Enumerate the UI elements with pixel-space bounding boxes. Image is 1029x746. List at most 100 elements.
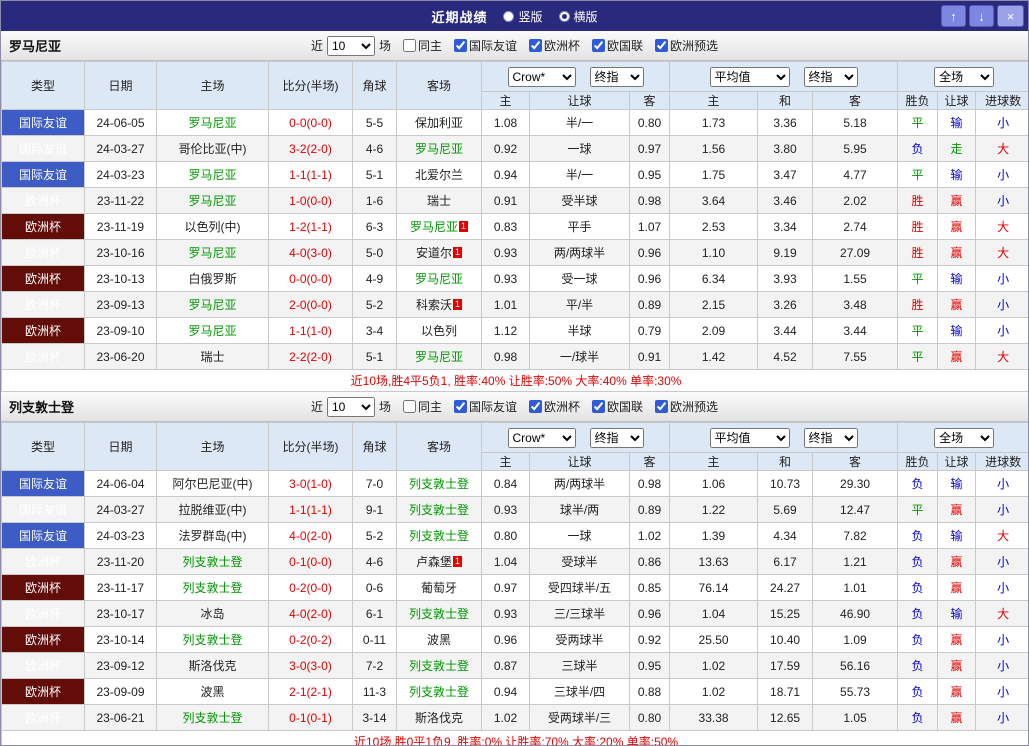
league-checkbox[interactable] (453, 400, 467, 413)
team-name-text: 列支敦士登 (408, 607, 469, 621)
handicap-cell: 三球半 (529, 652, 630, 679)
league-filter-friendly[interactable]: 国际友谊 (453, 37, 517, 54)
same-home-toggle[interactable]: 同主 (402, 398, 442, 415)
team-name-text: 哥伦比亚(中) (178, 142, 247, 156)
match-date-cell: 23-09-09 (84, 678, 157, 705)
match-type-cell: 国际友谊 (1, 522, 85, 549)
league-checkbox[interactable] (655, 400, 669, 413)
league-checkbox[interactable] (592, 39, 606, 52)
same-home-checkbox[interactable] (402, 39, 416, 52)
col-score: 比分(半场) (268, 61, 353, 110)
result-cell: 平 (897, 317, 939, 344)
home-team-cell: 法罗群岛(中) (156, 522, 269, 549)
odds-away-cell: 0.80 (628, 109, 671, 136)
final-odds-select[interactable]: 终指 (589, 427, 644, 448)
final-odds-select[interactable]: 终指 (589, 66, 644, 87)
odds-home-cell: 1.02 (481, 704, 530, 731)
league-filter-qualifier[interactable]: 欧洲预选 (655, 37, 718, 54)
recent-count-select[interactable]: 10 (326, 396, 375, 417)
same-home-checkbox[interactable] (402, 400, 416, 413)
radio-icon[interactable] (558, 10, 570, 22)
league-checkbox[interactable] (529, 400, 542, 413)
league-checkbox[interactable] (592, 400, 606, 413)
radio-icon[interactable] (503, 10, 515, 22)
goals-result-cell: 大 (975, 135, 1028, 162)
avg-draw-cell: 3.36 (757, 109, 814, 136)
col-goals: 进球数 (975, 91, 1028, 110)
league-filter-eurocup[interactable]: 欧洲杯 (529, 398, 580, 415)
recent-count-select[interactable]: 10 (326, 35, 375, 56)
col-type: 类型 (1, 61, 85, 110)
league-filter-nations[interactable]: 欧国联 (592, 398, 643, 415)
team-name-text: 安道尔 (415, 246, 452, 260)
avg-away-cell: 56.16 (812, 652, 899, 679)
league-filter-friendly[interactable]: 国际友谊 (453, 398, 517, 415)
team-name-text: 以色列(中) (184, 220, 241, 234)
league-filter-nations[interactable]: 欧国联 (592, 37, 643, 54)
layout-vertical-label: 竖版 (518, 9, 543, 24)
handicap-result-cell: 输 (937, 109, 977, 136)
match-date-cell: 24-03-27 (84, 135, 157, 162)
col-home: 主场 (156, 61, 269, 110)
average-select[interactable]: 平均值 (709, 427, 790, 448)
same-home-toggle[interactable]: 同主 (402, 37, 442, 54)
league-checkbox[interactable] (453, 39, 467, 52)
handicap-result-cell: 走 (937, 135, 977, 162)
handicap-result-cell: 赢 (937, 291, 977, 318)
match-row: 欧洲杯 23-11-20 列支敦士登 0-1(0-0) 4-6 卢森堡 1 1.04 受球半 0.… (1, 548, 1028, 575)
team-name-text: 斯洛伐克 (188, 659, 237, 673)
match-row: 欧洲杯 23-10-14 列支敦士登 0-2(0-2) 0-11 波黑 0.96 受两球半 0.… (1, 626, 1028, 653)
avg-final-odds-select[interactable]: 终指 (803, 66, 858, 87)
score-cell: 4-0(2-0) (268, 522, 353, 549)
average-group-header: 平均值 终指 (669, 61, 899, 92)
scroll-up-button[interactable]: ↑ (941, 5, 966, 27)
avg-final-odds-select[interactable]: 终指 (803, 427, 858, 448)
result-cell: 负 (897, 574, 939, 601)
team-name-text: 列支敦士登 (408, 659, 469, 673)
col-avg-away: 客 (812, 452, 899, 471)
avg-draw-cell: 9.19 (757, 239, 814, 266)
team-name-text: 罗马尼亚 (188, 324, 237, 338)
league-filter-qualifier[interactable]: 欧洲预选 (655, 398, 718, 415)
match-date-cell: 23-11-20 (84, 548, 157, 575)
recent-results-window: 近期战绩 竖版 横版 ↑ ↓ × 罗马尼亚 近 10 场 同主 国际友谊 欧洲杯… (0, 0, 1029, 746)
odds-company-select[interactable]: Crow* (507, 427, 576, 448)
result-cell: 负 (897, 652, 939, 679)
league-filter-eurocup[interactable]: 欧洲杯 (529, 37, 580, 54)
match-type-cell: 欧洲杯 (1, 548, 85, 575)
odds-home-cell: 0.98 (481, 343, 530, 370)
layout-radio-horizontal[interactable]: 横版 (558, 8, 598, 25)
league-checkbox[interactable] (655, 39, 669, 52)
result-cell: 胜 (897, 213, 939, 240)
goals-result-cell: 小 (975, 704, 1028, 731)
home-team-cell: 波黑 (156, 678, 269, 705)
table-header: 类型 日期 主场 比分(半场) 角球 客场 Crow* 终指 平均值 终指 全场… (1, 61, 1028, 110)
team-name: 罗马尼亚 (9, 39, 62, 54)
avg-away-cell: 3.48 (812, 291, 899, 318)
fulltime-select[interactable]: 全场 (934, 66, 995, 87)
fulltime-select[interactable]: 全场 (934, 427, 995, 448)
near-label: 近 (310, 400, 323, 414)
goals-result-cell: 小 (975, 548, 1028, 575)
match-type-cell: 欧洲杯 (1, 626, 85, 653)
layout-radio-vertical[interactable]: 竖版 (503, 8, 543, 25)
close-button[interactable]: × (997, 5, 1024, 27)
close-icon: × (1006, 8, 1015, 24)
score-cell: 0-1(0-0) (268, 548, 353, 575)
odds-home-cell: 1.08 (481, 109, 530, 136)
handicap-result-cell: 赢 (937, 548, 977, 575)
result-cell: 平 (897, 265, 939, 292)
average-select[interactable]: 平均值 (709, 66, 790, 87)
league-checkbox[interactable] (529, 39, 542, 52)
goals-result-cell: 大 (975, 600, 1028, 627)
col-result: 胜负 (897, 452, 939, 471)
match-row: 国际友谊 24-03-27 哥伦比亚(中) 3-2(2-0) 4-6 罗马尼亚 0.92 一球… (1, 135, 1028, 162)
team-name-text: 冰岛 (200, 607, 225, 621)
away-team-cell: 保加利亚 (396, 109, 482, 136)
scroll-down-button[interactable]: ↓ (969, 5, 994, 27)
handicap-cell: 三球半/四 (529, 678, 630, 705)
col-odds-home: 主 (481, 452, 530, 471)
odds-company-select[interactable]: Crow* (507, 66, 576, 87)
avg-home-cell: 1.42 (669, 343, 759, 370)
team-name-text: 列支敦士登 (408, 503, 469, 517)
